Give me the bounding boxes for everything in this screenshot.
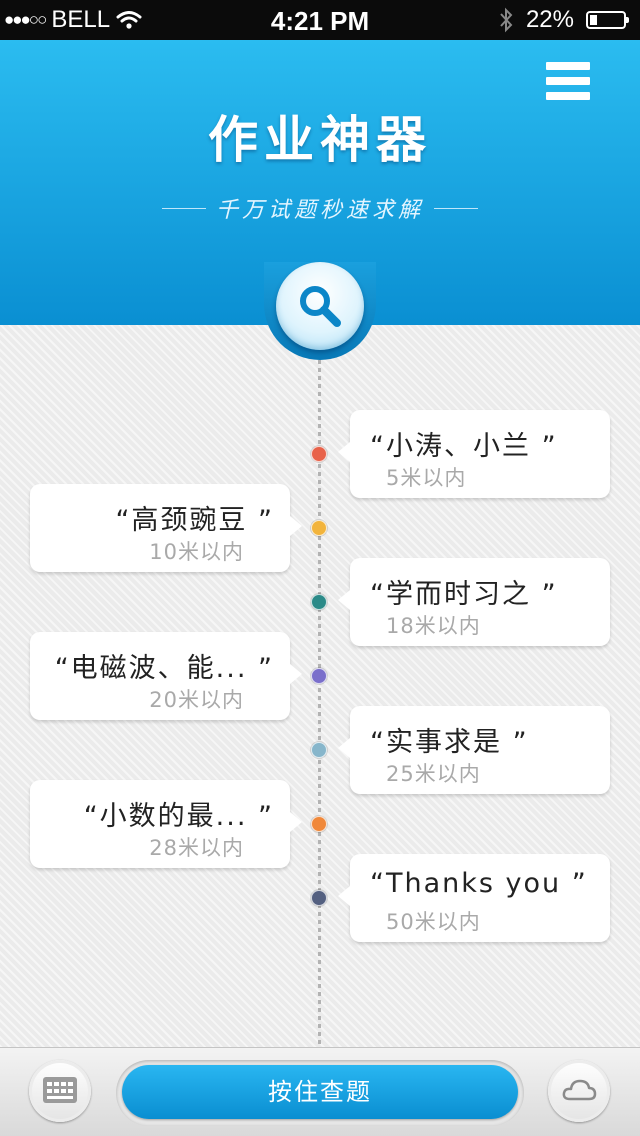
menu-bar-2 (546, 77, 590, 85)
item-title: “学而时习之 ” (370, 579, 558, 610)
timeline-node-2 (311, 520, 327, 536)
subtitle-rule-right (434, 207, 478, 209)
item-title: “实事求是 ” (370, 727, 529, 758)
item-distance: 50米以内 (386, 910, 481, 934)
keyboard-button[interactable] (29, 1060, 91, 1122)
status-right: 22% (498, 6, 629, 34)
timeline-node-7 (311, 890, 327, 906)
timeline-node-4 (311, 668, 327, 684)
timeline-line (318, 360, 321, 1046)
bluetooth-icon (500, 7, 513, 33)
timeline-item-7[interactable]: “Thanks you ” 50米以内 (338, 854, 610, 942)
timeline-item-2[interactable]: “高颈豌豆 ” 10米以内 (30, 484, 302, 572)
item-title: “小涛、小兰 ” (370, 431, 558, 462)
timeline-item-4[interactable]: “电磁波、能... ” 20米以内 (30, 632, 302, 720)
item-title: “高颈豌豆 ” (115, 505, 274, 536)
timeline-item-6[interactable]: “小数的最... ” 28米以内 (30, 780, 302, 868)
item-title: “Thanks you ” (370, 868, 588, 899)
app-title: 作业神器 (208, 111, 432, 169)
timeline-item-3[interactable]: “学而时习之 ” 18米以内 (338, 558, 610, 646)
timeline-node-5 (311, 742, 327, 758)
magnifier-icon (300, 286, 341, 327)
bottom-bar: 按住查题 (0, 1047, 640, 1136)
item-distance: 25米以内 (386, 762, 481, 786)
timeline-node-3 (311, 594, 327, 610)
timeline-node-1 (311, 446, 327, 462)
cloud-button[interactable] (548, 1060, 610, 1122)
battery-icon (586, 11, 629, 29)
hamburger-menu-icon (546, 62, 590, 70)
subtitle-rule-left (161, 207, 206, 209)
item-distance: 10米以内 (149, 540, 244, 564)
timeline-item-5[interactable]: “实事求是 ” 25米以内 (338, 706, 610, 794)
hold-to-query-button[interactable]: 按住查题 (122, 1065, 518, 1119)
search-button[interactable] (276, 262, 364, 350)
battery-percent: 22% (525, 6, 574, 33)
item-distance: 28米以内 (149, 836, 244, 860)
item-distance: 18米以内 (386, 614, 481, 638)
cloud-icon (562, 1079, 597, 1101)
item-distance: 5米以内 (386, 466, 467, 490)
app-subtitle: 千万试题秒速求解 (215, 198, 424, 223)
item-title: “小数的最... ” (83, 801, 274, 832)
battery-fill (590, 15, 597, 25)
status-bar: ●●●○○ BELL 4:21 PM 22% (0, 0, 640, 40)
menu-bar-3 (546, 92, 590, 100)
timeline-node-6 (311, 816, 327, 832)
keyboard-icon (43, 1077, 77, 1103)
query-button-frame: 按住查题 (116, 1060, 524, 1126)
app-subtitle-row: 千万试题秒速求解 (0, 192, 640, 224)
item-distance: 20米以内 (149, 688, 244, 712)
timeline-item-1[interactable]: “小涛、小兰 ” 5米以内 (338, 410, 610, 498)
item-title: “电磁波、能... ” (54, 653, 274, 684)
